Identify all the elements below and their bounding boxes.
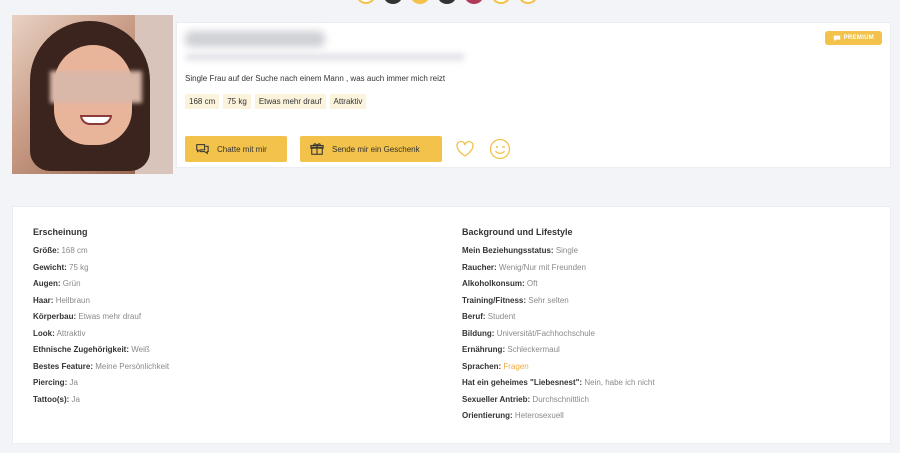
photo-smile xyxy=(80,115,112,125)
profile-tags: 168 cm 75 kg Etwas mehr drauf Attraktiv xyxy=(185,94,367,109)
detail-row: Bestes Feature: Meine Persönlichkeit xyxy=(33,361,170,371)
appearance-section: Erscheinung Größe: 168 cm Gewicht: 75 kg… xyxy=(33,227,169,411)
detail-row: Sprachen: Fragen xyxy=(462,361,529,371)
profile-details-card: Erscheinung Größe: 168 cm Gewicht: 75 kg… xyxy=(12,206,891,444)
premium-badge: PREMIUM xyxy=(824,31,882,45)
tag-look: Attraktiv xyxy=(329,94,367,109)
carousel-dot[interactable] xyxy=(356,0,376,4)
blurred-username xyxy=(185,31,325,47)
detail-row: Bildung: Universität/Fachhochschule xyxy=(462,328,595,338)
send-gift-button[interactable]: Sende mir ein Geschenk xyxy=(300,136,442,162)
premium-badge-label: PREMIUM xyxy=(843,35,874,41)
chat-button[interactable]: Chatte mit mir xyxy=(185,136,287,162)
tag-height: 168 cm xyxy=(185,94,220,109)
profile-headline: Single Frau auf der Suche nach einem Man… xyxy=(185,74,446,83)
detail-row: Ethnische Zugehörigkeit: Weiß xyxy=(33,345,150,354)
tag-body-type: Etwas mehr drauf xyxy=(254,94,326,109)
detail-row: Körperbau: Etwas mehr drauf xyxy=(33,312,142,321)
profile-summary-card: PREMIUM Single Frau auf der Suche nach e… xyxy=(176,22,891,168)
chat-button-label: Chatte mit mir xyxy=(217,144,267,154)
carousel-dot[interactable] xyxy=(464,0,484,4)
detail-row: Hat ein geheimes "Liebesnest": Nein, hab… xyxy=(462,378,655,387)
carousel-dot[interactable] xyxy=(491,0,511,4)
detail-row: Orientierung: Heterosexuell xyxy=(462,411,564,420)
detail-row: Piercing: Ja xyxy=(33,378,78,387)
detail-row: Ernährung: Schleckermaul xyxy=(462,345,560,354)
detail-row: Look: Attraktiv xyxy=(33,328,86,338)
detail-row: Beruf: Student xyxy=(462,312,516,321)
detail-row: Gewicht: 75 kg xyxy=(33,262,89,272)
carousel-dot[interactable] xyxy=(437,0,457,4)
detail-row: Training/Fitness: Sehr selten xyxy=(462,295,569,305)
detail-row: Sexueller Antrieb: Durchschnittlich xyxy=(462,394,589,404)
heart-icon[interactable] xyxy=(455,139,475,159)
lifestyle-section: Background und Lifestyle Mein Beziehungs… xyxy=(462,227,655,428)
tag-weight: 75 kg xyxy=(223,94,251,109)
carousel-dot[interactable] xyxy=(518,0,538,4)
ask-languages-link[interactable]: Fragen xyxy=(503,362,528,371)
detail-row: Größe: 168 cm xyxy=(33,246,88,255)
blurred-subline xyxy=(185,53,465,61)
gift-icon xyxy=(310,143,324,155)
chat-icon xyxy=(196,144,209,155)
detail-row: Mein Beziehungsstatus: Single xyxy=(462,246,579,255)
lifestyle-title: Background und Lifestyle xyxy=(462,227,573,237)
appearance-title: Erscheinung xyxy=(33,227,88,237)
wink-smiley-icon[interactable] xyxy=(489,138,511,160)
detail-row: Tattoo(s): Ja xyxy=(33,394,80,404)
photo-carousel-dots xyxy=(356,0,538,4)
detail-row: Haar: Hellbraun xyxy=(33,295,90,305)
send-gift-button-label: Sende mir ein Geschenk xyxy=(332,144,420,154)
chat-bubble-icon xyxy=(833,35,840,42)
detail-row: Alkoholkonsum: Oft xyxy=(462,279,538,288)
photo-privacy-blur xyxy=(50,71,142,103)
detail-row: Augen: Grün xyxy=(33,279,81,288)
detail-row: Raucher: Wenig/Nur mit Freunden xyxy=(462,262,586,272)
profile-photo[interactable] xyxy=(12,15,173,174)
carousel-dot[interactable] xyxy=(383,0,403,4)
carousel-dot[interactable] xyxy=(410,0,430,4)
